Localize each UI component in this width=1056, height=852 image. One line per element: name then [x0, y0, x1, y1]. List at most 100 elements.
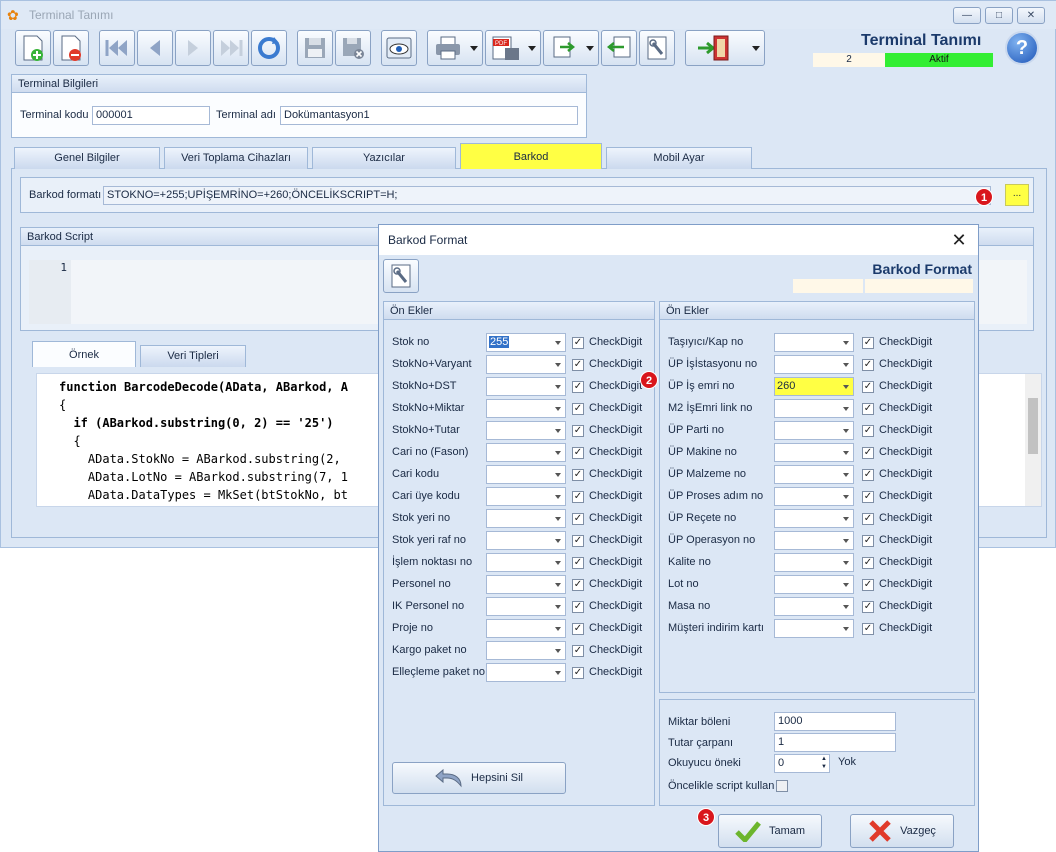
chevron-down-icon[interactable] [555, 341, 561, 345]
dialog-close-icon[interactable]: ✕ [948, 229, 970, 251]
prefix-value-combo[interactable] [486, 663, 566, 682]
prefix-value-combo[interactable] [486, 487, 566, 506]
checkdigit-checkbox[interactable]: ✓ [862, 337, 874, 349]
chevron-down-icon[interactable] [843, 385, 849, 389]
chevron-down-icon[interactable] [555, 363, 561, 367]
checkdigit-checkbox[interactable]: ✓ [572, 623, 584, 635]
checkdigit-checkbox[interactable]: ✓ [572, 579, 584, 591]
cancel-save-button[interactable] [335, 30, 371, 66]
first-record-button[interactable] [99, 30, 135, 66]
chevron-down-icon[interactable] [555, 561, 561, 565]
prefix-value-combo[interactable] [774, 487, 854, 506]
help-button[interactable]: ? [1005, 31, 1039, 65]
preview-button[interactable] [381, 30, 417, 66]
barcode-format-ellipsis-button[interactable]: ... [1005, 184, 1029, 206]
prefix-value-combo[interactable] [774, 531, 854, 550]
tab-general[interactable]: Genel Bilgiler [14, 147, 160, 169]
minimize-button[interactable]: — [953, 7, 981, 24]
checkdigit-checkbox[interactable]: ✓ [862, 469, 874, 481]
checkdigit-checkbox[interactable]: ✓ [862, 579, 874, 591]
new-button[interactable] [15, 30, 51, 66]
checkdigit-checkbox[interactable]: ✓ [572, 491, 584, 503]
chevron-down-icon[interactable] [555, 495, 561, 499]
prefix-value-combo[interactable] [774, 333, 854, 352]
last-record-button[interactable] [213, 30, 249, 66]
checkdigit-checkbox[interactable]: ✓ [862, 359, 874, 371]
amount-multiplier-input[interactable]: 1 [774, 733, 896, 752]
settings-button[interactable] [639, 30, 675, 66]
chevron-down-icon[interactable] [843, 473, 849, 477]
prefix-value-combo[interactable] [774, 355, 854, 374]
prefix-value-combo[interactable] [486, 377, 566, 396]
stepper-arrows-icon[interactable]: ▲ ▼ [821, 755, 827, 771]
delete-button[interactable] [53, 30, 89, 66]
tab-mobile[interactable]: Mobil Ayar [606, 147, 752, 169]
chevron-down-icon[interactable] [843, 407, 849, 411]
prefix-value-combo[interactable] [486, 641, 566, 660]
checkdigit-checkbox[interactable]: ✓ [862, 623, 874, 635]
prefix-value-combo[interactable] [774, 597, 854, 616]
chevron-down-icon[interactable] [555, 671, 561, 675]
checkdigit-checkbox[interactable]: ✓ [572, 469, 584, 481]
prefix-value-combo[interactable] [486, 575, 566, 594]
checkdigit-checkbox[interactable]: ✓ [862, 447, 874, 459]
prefix-value-combo[interactable] [774, 575, 854, 594]
checkdigit-checkbox[interactable]: ✓ [862, 535, 874, 547]
prefix-value-combo[interactable] [486, 531, 566, 550]
prefix-value-combo[interactable] [774, 421, 854, 440]
prefix-value-combo[interactable] [486, 465, 566, 484]
chevron-down-icon[interactable] [555, 583, 561, 587]
checkdigit-checkbox[interactable]: ✓ [862, 403, 874, 415]
dialog-settings-button[interactable] [383, 259, 419, 293]
import-button[interactable] [601, 30, 637, 66]
prefix-value-combo[interactable] [774, 619, 854, 638]
checkdigit-checkbox[interactable]: ✓ [862, 513, 874, 525]
prefix-value-combo[interactable] [774, 553, 854, 572]
chevron-down-icon[interactable] [555, 473, 561, 477]
prefix-value-combo[interactable] [486, 421, 566, 440]
chevron-down-icon[interactable] [555, 539, 561, 543]
reader-prefix-stepper[interactable]: 0 ▲ ▼ [774, 754, 830, 773]
chevron-down-icon[interactable] [843, 495, 849, 499]
scrollbar-thumb[interactable] [1028, 398, 1038, 454]
tab-data-collection[interactable]: Veri Toplama Cihazları [164, 147, 308, 169]
checkdigit-checkbox[interactable]: ✓ [572, 359, 584, 371]
prefix-value-combo[interactable] [486, 355, 566, 374]
chevron-down-icon[interactable] [555, 385, 561, 389]
checkdigit-checkbox[interactable]: ✓ [572, 447, 584, 459]
prefix-value-combo[interactable] [486, 597, 566, 616]
chevron-down-icon[interactable] [555, 407, 561, 411]
checkdigit-checkbox[interactable]: ✓ [862, 425, 874, 437]
checkdigit-checkbox[interactable]: ✓ [572, 513, 584, 525]
export-button[interactable] [543, 30, 599, 66]
checkdigit-checkbox[interactable]: ✓ [862, 557, 874, 569]
prefix-value-combo[interactable] [774, 465, 854, 484]
chevron-down-icon[interactable] [555, 649, 561, 653]
checkdigit-checkbox[interactable]: ✓ [572, 667, 584, 679]
print-button[interactable] [427, 30, 483, 66]
chevron-down-icon[interactable] [843, 605, 849, 609]
clear-all-button[interactable]: Hepsini Sil [392, 762, 566, 794]
ok-button[interactable]: Tamam [718, 814, 822, 848]
prefix-value-combo[interactable]: 260 [774, 377, 854, 396]
terminal-code-input[interactable]: 000001 [92, 106, 210, 125]
tab-printers[interactable]: Yazıcılar [312, 147, 456, 169]
chevron-down-icon[interactable] [843, 561, 849, 565]
chevron-down-icon[interactable] [843, 517, 849, 521]
checkdigit-checkbox[interactable]: ✓ [572, 645, 584, 657]
prefix-value-combo[interactable] [486, 553, 566, 572]
tab-data-types[interactable]: Veri Tipleri [140, 345, 246, 367]
chevron-down-icon[interactable] [843, 451, 849, 455]
maximize-button[interactable]: □ [985, 7, 1013, 24]
refresh-button[interactable] [251, 30, 287, 66]
checkdigit-checkbox[interactable]: ✓ [572, 557, 584, 569]
pdf-export-button[interactable]: PDF [485, 30, 541, 66]
terminal-name-input[interactable]: Dokümantasyon1 [280, 106, 578, 125]
checkdigit-checkbox[interactable]: ✓ [572, 601, 584, 613]
tab-barcode[interactable]: Barkod [460, 143, 602, 169]
prefix-value-combo[interactable] [774, 509, 854, 528]
close-button[interactable]: ✕ [1017, 7, 1045, 24]
prefix-value-combo[interactable] [486, 619, 566, 638]
chevron-down-icon[interactable] [555, 451, 561, 455]
chevron-down-icon[interactable] [555, 605, 561, 609]
